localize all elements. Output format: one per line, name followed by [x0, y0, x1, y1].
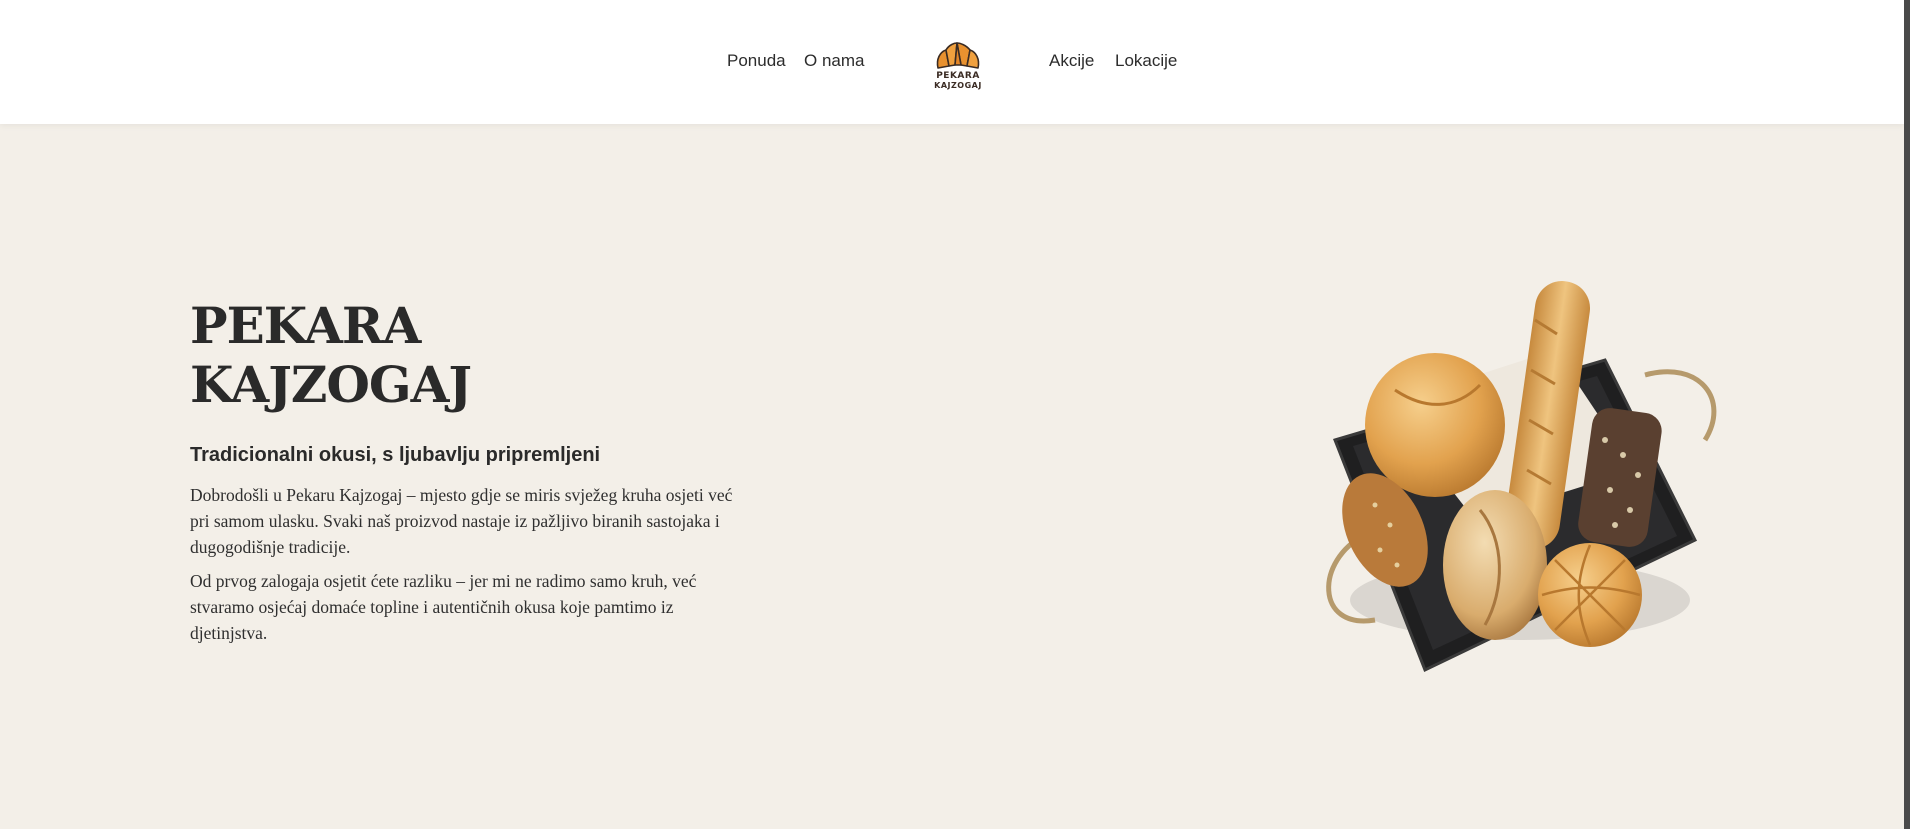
nav-link-o-nama[interactable]: O nama — [804, 51, 864, 71]
hero-title-line1: PEKARA — [190, 296, 421, 355]
nav-link-lokacije[interactable]: Lokacije — [1115, 51, 1177, 71]
bread-basket-image — [1326, 281, 1717, 673]
croissant-icon — [936, 42, 980, 69]
logo-text-line1: PEKARA — [936, 71, 980, 81]
hero-paragraph-1: Dobrodošli u Pekaru Kajzogaj – mjesto gd… — [190, 485, 733, 557]
scrollbar-thumb[interactable] — [1904, 0, 1910, 829]
logo-text-line2: KAJZOGAJ — [934, 81, 982, 90]
nav-link-ponuda[interactable]: Ponuda — [727, 51, 786, 71]
hero-paragraph-2: Od prvog zalogaja osjetit ćete razliku –… — [190, 571, 697, 643]
nav-link-akcije[interactable]: Akcije — [1049, 51, 1094, 71]
hero-title: PEKARA KAJZOGAJ — [190, 296, 472, 414]
site-header: Ponuda O nama PEKARA KAJZOGAJ Akcije Lok… — [0, 0, 1904, 124]
site-logo[interactable]: PEKARA KAJZOGAJ — [930, 41, 986, 97]
page-scrollbar[interactable] — [1904, 0, 1910, 829]
hero-subtitle: Tradicionalni okusi, s ljubavlju priprem… — [190, 444, 601, 466]
hero-title-line2: KAJZOGAJ — [190, 355, 472, 414]
